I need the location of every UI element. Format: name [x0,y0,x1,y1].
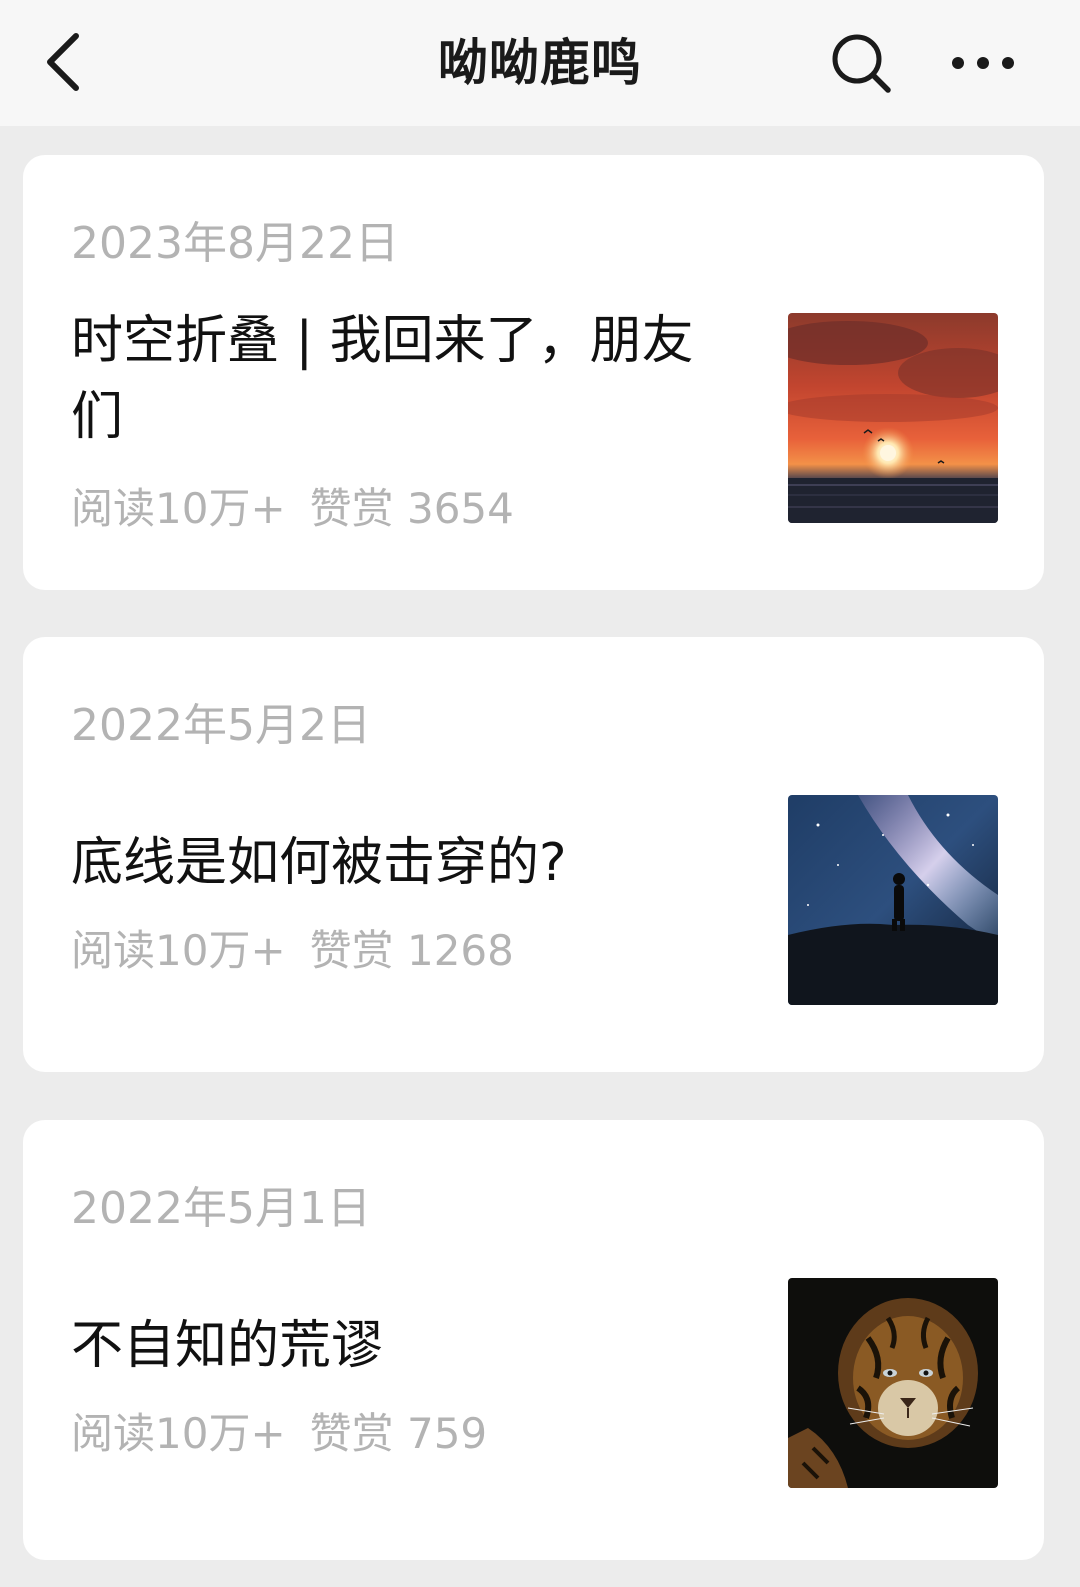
chevron-left-icon [47,33,79,91]
article-card[interactable]: 2022年5月1日 不自知的荒谬 阅读10万+ 赞赏 759 [23,1120,1044,1560]
article-date: 2023年8月22日 [71,218,399,269]
page-title: 呦呦鹿鸣 [438,34,642,92]
article-card[interactable]: 2022年5月2日 底线是如何被击穿的? 阅读10万+ 赞赏 1268 [23,637,1044,1072]
search-icon [832,34,891,93]
article-thumbnail [788,1278,998,1488]
article-stats: 阅读10万+ 赞赏 3654 [71,475,514,536]
article-title: 底线是如何被击穿的? [71,833,567,893]
read-count: 阅读10万+ [71,484,286,533]
search-button[interactable] [826,28,896,98]
article-stats: 阅读10万+ 赞赏 759 [71,1400,487,1461]
tip-count: 赞赏 759 [309,1409,488,1458]
more-button[interactable] [946,36,1022,90]
read-count: 阅读10万+ [71,926,286,975]
article-title: 时空折叠 | 我回来了，朋友们 [71,311,694,447]
article-date: 2022年5月2日 [71,700,371,751]
tip-count: 赞赏 1268 [309,926,514,975]
tiger-portrait-image [788,1278,998,1488]
sunset-over-sea-image [788,313,998,523]
article-date: 2022年5月1日 [71,1183,371,1234]
read-count: 阅读10万+ [71,1409,286,1458]
back-button[interactable] [30,22,100,102]
article-card[interactable]: 2023年8月22日 时空折叠 | 我回来了，朋友们 阅读10万+ 赞赏 3654 [23,155,1044,590]
article-thumbnail [788,313,998,523]
article-thumbnail [788,795,998,1005]
tip-count: 赞赏 3654 [309,484,514,533]
article-stats: 阅读10万+ 赞赏 1268 [71,917,514,978]
article-title: 不自知的荒谬 [71,1316,384,1376]
more-horizontal-icon [952,57,1014,69]
nav-bar: 呦呦鹿鸣 [0,0,1080,126]
person-under-milky-way-image [788,795,998,1005]
